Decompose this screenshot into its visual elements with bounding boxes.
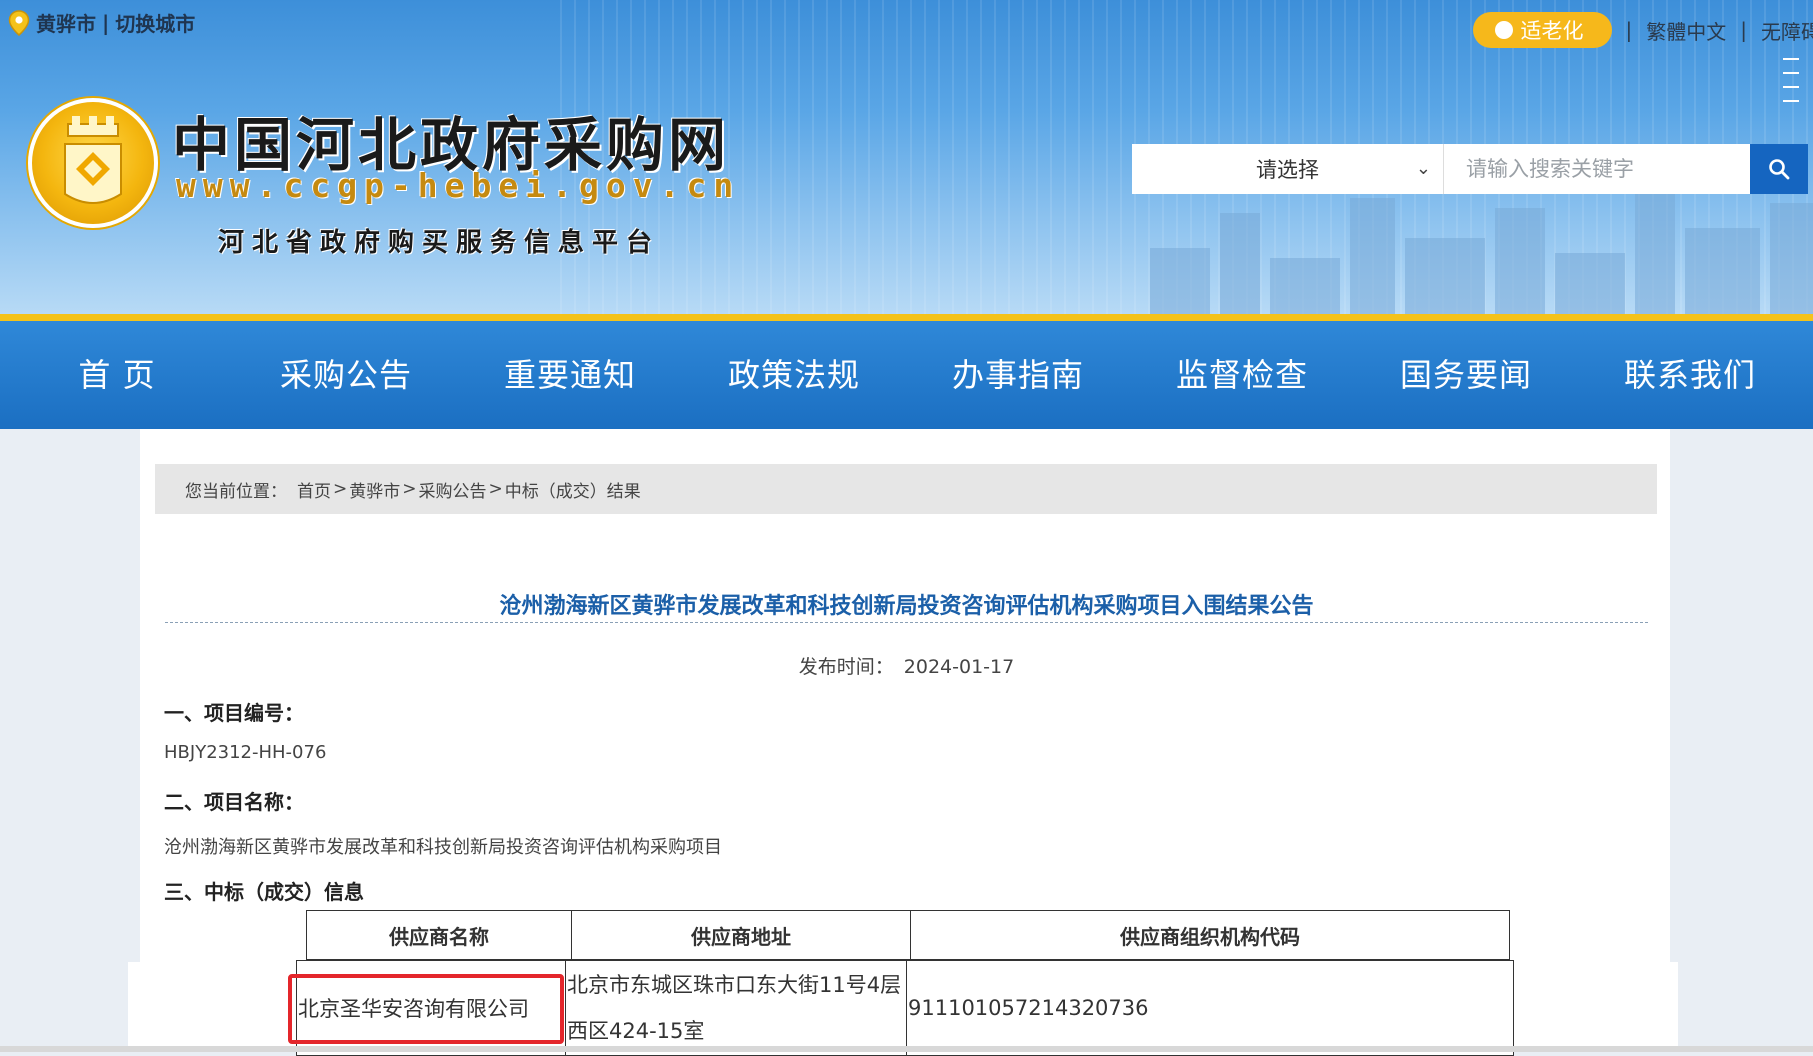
location-separator: | [102, 11, 109, 35]
section-heading: 一、项目编号： [164, 697, 304, 726]
elder-person-icon [1495, 21, 1513, 39]
top-links: 适老化 | 繁體中文 | 无障碍 [1473, 12, 1813, 48]
top-link-separator: | [1740, 18, 1747, 42]
nav-policies[interactable]: 政策法规 [682, 321, 906, 429]
nav-procurement-notices[interactable]: 采购公告 [234, 321, 458, 429]
city-location[interactable]: 黄骅市 | 切换城市 [8, 8, 195, 37]
section-heading: 二、项目名称： [164, 786, 304, 815]
banner-city-skyline [1130, 188, 1813, 318]
project-name: 沧州渤海新区黄骅市发展改革和科技创新局投资咨询评估机构采购项目 [164, 833, 722, 859]
supplier-code: 911101057214320736 [907, 961, 1514, 1056]
result-table-header: 供应商名称 供应商地址 供应商组织机构代码 [306, 910, 1510, 960]
traditional-chinese-link[interactable]: 繁體中文 [1646, 16, 1726, 45]
supplier-address: 北京市东城区珠市口东大街11号4层西区424-15室 [566, 961, 907, 1056]
breadcrumb-city[interactable]: 黄骅市 [349, 477, 400, 502]
top-link-separator: | [1626, 18, 1633, 42]
publish-date: 2024-01-17 [904, 656, 1014, 678]
title-divider [165, 622, 1648, 623]
site-url: www.ccgp-hebei.gov.cn [176, 166, 740, 205]
table-header-address: 供应商地址 [572, 911, 911, 960]
publish-label: 发布时间： [799, 656, 894, 678]
project-number: HBJY2312-HH-076 [164, 742, 326, 763]
breadcrumb-current[interactable]: 中标（成交）结果 [505, 477, 641, 502]
chevron-down-icon: ⌄ [1416, 158, 1431, 179]
table-header-name: 供应商名称 [307, 911, 572, 960]
elder-mode-label: 适老化 [1521, 15, 1584, 45]
nav-home[interactable]: 首 页 [0, 321, 234, 429]
nav-guide[interactable]: 办事指南 [906, 321, 1130, 429]
site-subtitle: 河北省政府购买服务信息平台 [218, 222, 660, 259]
search-icon [1768, 158, 1790, 180]
search-category-value: 请选择 [1256, 154, 1319, 184]
elder-mode-button[interactable]: 适老化 [1473, 12, 1612, 48]
nav-important-notices[interactable]: 重要通知 [458, 321, 682, 429]
emblem-icon [32, 102, 154, 224]
bottom-edge [0, 1046, 1813, 1052]
accessibility-link[interactable]: 无障碍 [1761, 16, 1813, 45]
search-button[interactable] [1750, 144, 1808, 194]
search-bar: 请选择 ⌄ [1132, 144, 1808, 194]
main-nav: 首 页 采购公告 重要通知 政策法规 办事指南 监督检查 国务要闻 联系我们 [0, 321, 1813, 429]
publish-time: 发布时间： 2024-01-17 [0, 652, 1813, 679]
nav-supervision[interactable]: 监督检查 [1130, 321, 1354, 429]
nav-state-news[interactable]: 国务要闻 [1354, 321, 1578, 429]
article-title: 沧州渤海新区黄骅市发展改革和科技创新局投资咨询评估机构采购项目入围结果公告 [165, 588, 1648, 620]
breadcrumb-home[interactable]: 首页 [297, 477, 331, 502]
breadcrumb-notices[interactable]: 采购公告 [419, 477, 487, 502]
table-header-code: 供应商组织机构代码 [911, 911, 1510, 960]
map-pin-icon [8, 10, 30, 36]
breadcrumb-label: 您当前位置： [185, 477, 287, 502]
menu-lines-icon [1783, 46, 1799, 114]
search-category-select[interactable]: 请选择 ⌄ [1132, 144, 1444, 194]
header-gold-divider [0, 314, 1813, 321]
current-city: 黄骅市 [36, 8, 96, 37]
switch-city-link[interactable]: 切换城市 [115, 8, 195, 37]
nav-contact[interactable]: 联系我们 [1578, 321, 1802, 429]
breadcrumb-separator: > [402, 479, 416, 499]
site-logo[interactable] [28, 98, 158, 228]
breadcrumb-separator: > [489, 479, 503, 499]
breadcrumb: 您当前位置： 首页 > 黄骅市 > 采购公告 > 中标（成交）结果 [155, 464, 1657, 514]
search-input[interactable] [1444, 144, 1750, 194]
section-heading: 三、中标（成交）信息 [164, 876, 364, 905]
highlight-annotation-box [288, 974, 564, 1044]
breadcrumb-separator: > [333, 479, 347, 499]
